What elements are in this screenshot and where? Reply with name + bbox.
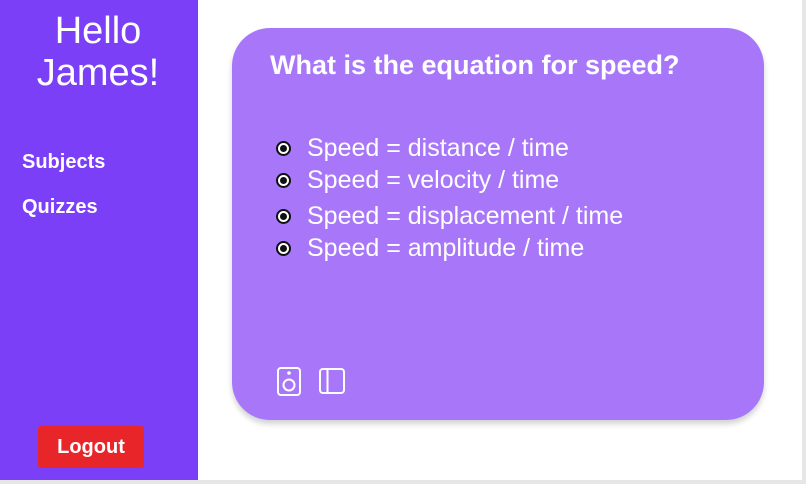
answer-option[interactable]: Speed = distance / time bbox=[276, 132, 623, 164]
card-toolbar bbox=[276, 366, 346, 396]
answer-option[interactable]: Speed = displacement / time bbox=[276, 200, 623, 232]
radio-button[interactable] bbox=[276, 140, 291, 156]
answer-option-label: Speed = amplitude / time bbox=[307, 233, 585, 262]
quiz-card: What is the equation for speed? Speed = … bbox=[232, 28, 764, 420]
radio-button[interactable] bbox=[276, 208, 291, 224]
greeting-line-name: James! bbox=[36, 52, 160, 94]
window-bottom-border bbox=[0, 480, 806, 484]
greeting-line-hello: Hello bbox=[54, 10, 142, 52]
answer-option-label: Speed = velocity / time bbox=[307, 165, 560, 194]
radio-button[interactable] bbox=[276, 240, 291, 256]
question-text: What is the equation for speed? bbox=[270, 50, 680, 80]
app-window: Hello James! Subjects Quizzes Logout Wha… bbox=[0, 0, 806, 484]
greeting: Hello James! bbox=[0, 10, 196, 94]
answer-options: Speed = distance / time Speed = velocity… bbox=[276, 132, 623, 264]
answer-option[interactable]: Speed = velocity / time bbox=[276, 164, 623, 196]
sidebar: Hello James! Subjects Quizzes Logout bbox=[0, 0, 198, 481]
answer-option-label: Speed = distance / time bbox=[307, 133, 569, 162]
radio-button[interactable] bbox=[276, 172, 291, 188]
nav-link-quizzes[interactable]: Quizzes bbox=[22, 196, 98, 219]
sidebar-panel-icon[interactable] bbox=[318, 366, 346, 396]
answer-option[interactable]: Speed = amplitude / time bbox=[276, 232, 623, 264]
window-right-border bbox=[802, 0, 806, 484]
answer-option-label: Speed = displacement / time bbox=[307, 201, 624, 230]
logout-button[interactable]: Logout bbox=[38, 426, 144, 468]
nav-link-subjects[interactable]: Subjects bbox=[22, 151, 105, 174]
speaker-icon[interactable] bbox=[276, 366, 304, 396]
